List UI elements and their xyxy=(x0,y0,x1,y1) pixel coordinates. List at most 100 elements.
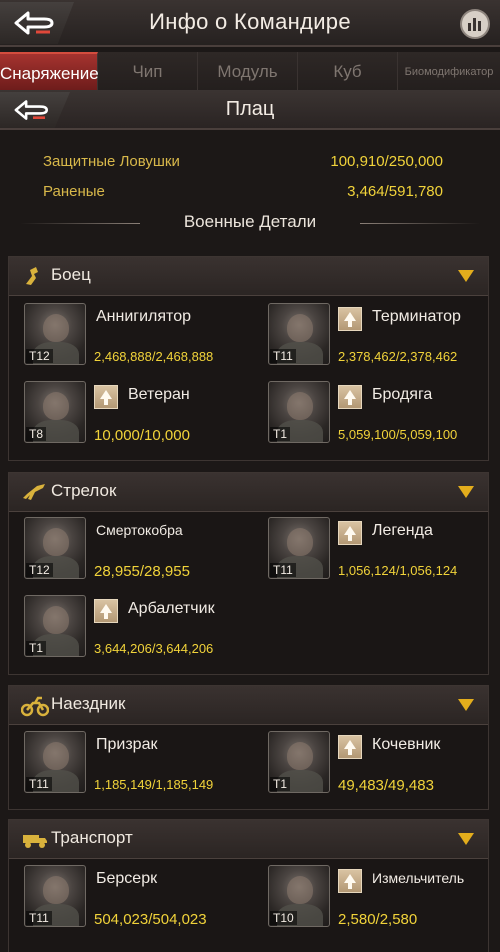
stat-row-traps: Защитные Ловушки 100,910/250,000 xyxy=(43,153,443,170)
unit-count: 10,000/10,000 xyxy=(94,427,190,444)
tier-badge: T11 xyxy=(270,349,296,363)
motorcycle-icon xyxy=(20,693,50,717)
unit-portrait: T1 xyxy=(268,731,330,793)
unit-card[interactable]: T11 Берсерк 504,023/504,023 xyxy=(24,865,259,935)
unit-name: Кочевник xyxy=(372,736,441,753)
upgrade-arrow-icon[interactable] xyxy=(338,735,362,759)
unit-card[interactable]: T1 Бродяга 5,059,100/5,059,100 xyxy=(268,381,500,451)
section-title: Наездник xyxy=(51,694,126,713)
unit-portrait: T11 xyxy=(268,303,330,365)
tab-equipment[interactable]: Снаряжение xyxy=(0,52,99,90)
tab-biomodifier[interactable]: Биомодификатор xyxy=(398,52,500,90)
stat-label: Раненые xyxy=(43,183,105,200)
section-shooter: Стрелок T12 Смертокобра 28,955/28,955 T1… xyxy=(8,472,489,675)
unit-name: Бродяга xyxy=(372,386,433,403)
tier-badge: T1 xyxy=(270,427,291,441)
unit-name: Аннигилятор xyxy=(96,308,191,325)
unit-name: Смертокобра xyxy=(96,522,183,538)
unit-card[interactable]: T1 Арбалетчик 3,644,206/3,644,206 xyxy=(24,595,259,665)
section-header[interactable]: Боец xyxy=(9,257,488,296)
upgrade-arrow-icon[interactable] xyxy=(94,385,118,409)
collapse-arrow-icon[interactable] xyxy=(458,833,474,845)
section-title: Транспорт xyxy=(51,828,133,847)
unit-card[interactable]: T12 Аннигилятор 2,468,888/2,468,888 xyxy=(24,303,259,373)
unit-name: Призрак xyxy=(96,736,158,753)
tier-badge: T12 xyxy=(26,349,53,363)
upgrade-arrow-icon[interactable] xyxy=(338,869,362,893)
sub-header: Плац xyxy=(0,90,500,130)
section-title: Боец xyxy=(51,265,91,284)
tier-badge: T1 xyxy=(270,777,291,791)
rifle-icon xyxy=(21,480,47,504)
bar-chart-icon xyxy=(468,18,481,31)
tab-module[interactable]: Модуль xyxy=(198,52,298,90)
tier-badge: T10 xyxy=(270,911,297,925)
stat-value: 100,910/250,000 xyxy=(330,153,443,170)
tier-badge: T8 xyxy=(26,427,47,441)
unit-portrait: T1 xyxy=(24,595,86,657)
sub-back-button[interactable] xyxy=(0,92,70,128)
upgrade-arrow-icon[interactable] xyxy=(338,385,362,409)
unit-count: 28,955/28,955 xyxy=(94,563,190,580)
tier-badge: T11 xyxy=(26,777,52,791)
unit-portrait: T1 xyxy=(268,381,330,443)
unit-count: 49,483/49,483 xyxy=(338,777,434,794)
unit-name: Измельчитель xyxy=(372,870,465,886)
collapse-arrow-icon[interactable] xyxy=(458,270,474,282)
military-details-heading: Военные Детали xyxy=(0,212,500,232)
section-header[interactable]: Наездник xyxy=(9,686,488,725)
unit-card[interactable]: T11 Легенда 1,056,124/1,056,124 xyxy=(268,517,500,587)
tab-chip[interactable]: Чип xyxy=(98,52,198,90)
unit-name: Легенда xyxy=(372,522,433,539)
section-title: Стрелок xyxy=(51,481,117,500)
unit-portrait: T11 xyxy=(24,865,86,927)
unit-count: 5,059,100/5,059,100 xyxy=(338,427,458,442)
section-transport: Транспорт T11 Берсерк 504,023/504,023 T1… xyxy=(8,819,489,952)
unit-portrait: T10 xyxy=(268,865,330,927)
tab-bar: Снаряжение Чип Модуль Куб Биомодификатор xyxy=(0,52,500,90)
unit-card[interactable]: T11 Призрак 1,185,149/1,185,149 xyxy=(24,731,259,801)
tier-badge: T11 xyxy=(270,563,296,577)
unit-count: 2,378,462/2,378,462 xyxy=(338,349,458,364)
stats-button[interactable] xyxy=(460,9,490,39)
section-header[interactable]: Транспорт xyxy=(9,820,488,859)
unit-count: 504,023/504,023 xyxy=(94,911,207,928)
stat-value: 3,464/591,780 xyxy=(347,183,443,200)
stat-row-wounded: Раненые 3,464/591,780 xyxy=(43,183,443,200)
page-title: Инфо о Командире xyxy=(149,9,351,34)
unit-portrait: T12 xyxy=(24,517,86,579)
upgrade-arrow-icon[interactable] xyxy=(338,521,362,545)
unit-portrait: T11 xyxy=(268,517,330,579)
upgrade-arrow-icon[interactable] xyxy=(338,307,362,331)
unit-count: 1,185,149/1,185,149 xyxy=(94,777,214,792)
unit-count: 1,056,124/1,056,124 xyxy=(338,563,458,578)
unit-count: 2,468,888/2,468,888 xyxy=(94,349,214,364)
unit-card[interactable]: T12 Смертокобра 28,955/28,955 xyxy=(24,517,259,587)
tab-cube[interactable]: Куб xyxy=(298,52,398,90)
title-bar: Инфо о Командире xyxy=(0,0,500,47)
unit-card[interactable]: T1 Кочевник 49,483/49,483 xyxy=(268,731,500,801)
upgrade-arrow-icon[interactable] xyxy=(94,599,118,623)
tier-badge: T1 xyxy=(26,641,47,655)
unit-count: 3,644,206/3,644,206 xyxy=(94,641,214,656)
sub-page-title: Плац xyxy=(225,98,275,120)
unit-name: Арбалетчик xyxy=(128,600,215,617)
unit-card[interactable]: T8 Ветеран 10,000/10,000 xyxy=(24,381,259,451)
unit-name: Берсерк xyxy=(96,870,158,887)
unit-name: Ветеран xyxy=(128,386,190,403)
unit-name: Терминатор xyxy=(372,308,461,325)
back-button[interactable] xyxy=(0,2,74,44)
unit-portrait: T12 xyxy=(24,303,86,365)
fighter-icon xyxy=(21,264,47,288)
section-header[interactable]: Стрелок xyxy=(9,473,488,512)
section-rider: Наездник T11 Призрак 1,185,149/1,185,149… xyxy=(8,685,489,810)
tier-badge: T12 xyxy=(26,563,53,577)
collapse-arrow-icon[interactable] xyxy=(458,486,474,498)
section-fighter: Боец T12 Аннигилятор 2,468,888/2,468,888… xyxy=(8,256,489,461)
stat-label: Защитные Ловушки xyxy=(43,153,180,170)
collapse-arrow-icon[interactable] xyxy=(458,699,474,711)
unit-card[interactable]: T10 Измельчитель 2,580/2,580 xyxy=(268,865,500,935)
unit-card[interactable]: T11 Терминатор 2,378,462/2,378,462 xyxy=(268,303,500,373)
back-arrow-icon xyxy=(14,100,48,120)
truck-icon xyxy=(21,827,47,851)
